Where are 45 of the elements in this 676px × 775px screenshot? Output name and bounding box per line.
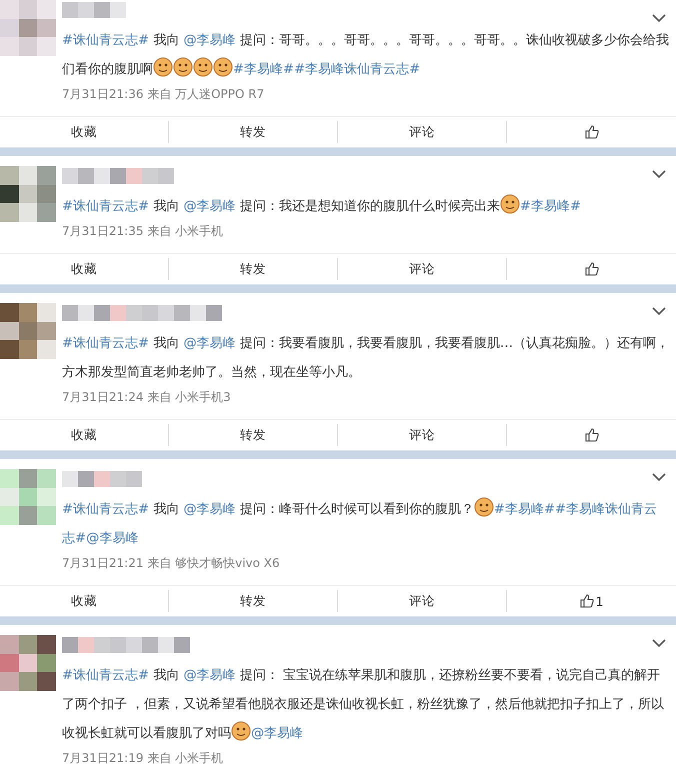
blurred-avatar (0, 303, 56, 359)
emoji-icon (213, 57, 233, 77)
chevron-down-icon[interactable] (652, 170, 666, 179)
post-meta: 7月31日21:21 来自 够快才畅快vivo X6 (62, 555, 281, 571)
thumbs-up-icon (584, 262, 598, 276)
action-button[interactable]: 转发 (169, 424, 338, 446)
action-button[interactable]: 收藏 (0, 590, 169, 612)
chevron-down-icon[interactable] (652, 14, 666, 23)
blurred-avatar (0, 0, 56, 56)
action-button[interactable]: 转发 (169, 590, 338, 612)
thumbs-up-icon (580, 594, 594, 608)
post-text: #诛仙青云志# 我向 @李易峰 提问：我要看腹肌，我要看腹肌，我要看腹肌…（认真花痴脸。）还有啊，方木那发型简直老帅老帅了。当然，现在坐等小凡。 (62, 335, 670, 382)
thumbs-up-icon (584, 428, 598, 442)
blurred-avatar (0, 635, 56, 691)
chevron-down-icon[interactable] (652, 473, 666, 482)
action-button[interactable]: 评论 (338, 590, 507, 612)
emoji-icon (173, 57, 193, 77)
post-text: #诛仙青云志# 我向 @李易峰 提问： 宝宝说在练苹果肌和腹肌，还撩粉丝要不要看，说完自己真的解开了两个扣子 ，但素，又说希望看他脱衣服还是诛仙收视长虹，粉丝犹豫了，然后他就把扣子扣上了，所以收视长虹就可以看腹肌了对吗 @李易峰 (62, 667, 666, 743)
action-button[interactable]: 收藏 (0, 121, 169, 143)
action-button[interactable]: 转发 (169, 258, 338, 280)
emoji-icon (474, 497, 494, 517)
blurred-avatar (0, 469, 56, 525)
emoji-icon (231, 721, 251, 741)
emoji-icon (193, 57, 213, 77)
blurred-username (62, 2, 126, 18)
chevron-down-icon[interactable] (652, 307, 666, 316)
post-text: #诛仙青云志# 我向 @李易峰 提问：哥哥。。。哥哥。。。哥哥。。。哥哥。。诛仙收视破多少你会给我们看你的腹肌啊 #李易峰##李易峰诛仙青云志# (62, 32, 670, 79)
post-meta: 7月31日21:35 来自 小米手机 (62, 223, 224, 239)
post-text: #诛仙青云志# 我向 @李易峰 提问：峰哥什么时候可以看到你的腹肌？ #李易峰##李易峰诛仙青云志#@李易峰 (62, 495, 670, 553)
post-meta: 7月31日21:24 来自 小米手机3 (62, 389, 232, 405)
action-button[interactable]: 评论 (338, 424, 507, 446)
action-button[interactable]: 收藏 (0, 258, 169, 280)
action-button[interactable]: 转发 (169, 121, 338, 143)
post-meta: 7月31日21:36 来自 万人迷OPPO R7 (62, 86, 266, 102)
action-button[interactable]: 评论 (338, 121, 507, 143)
emoji-icon (500, 194, 520, 214)
blurred-avatar (0, 166, 56, 222)
like-button[interactable]: 1 (507, 590, 676, 612)
post-text: #诛仙青云志# 我向 @李易峰 提问：我还是想知道你的腹肌什么时候亮出来 #李易峰# (62, 192, 670, 221)
thumbs-up-icon (584, 125, 598, 139)
emoji-icon (153, 57, 173, 77)
chevron-down-icon[interactable] (652, 639, 666, 648)
action-button[interactable]: 收藏 (0, 424, 169, 446)
post-meta: 7月31日21:19 来自 小米手机 (62, 750, 224, 766)
action-button[interactable]: 评论 (338, 258, 507, 280)
